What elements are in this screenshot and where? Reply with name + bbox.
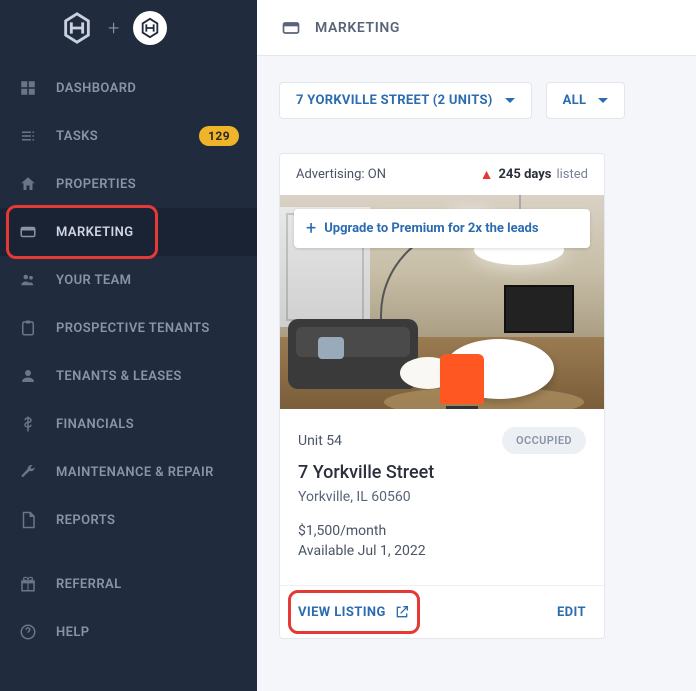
sidebar-item-label: MARKETING	[56, 225, 134, 240]
page-title: MARKETING	[315, 20, 400, 36]
tasks-badge: 129	[199, 126, 239, 146]
sidebar-item-label: PROSPECTIVE TENANTS	[56, 321, 210, 336]
listing-price: $1,500/month	[298, 523, 586, 539]
sidebar-nav: DASHBOARD TASKS 129 PROPERTIES MARKETING…	[0, 56, 257, 656]
listed-suffix: listed	[556, 167, 588, 182]
card-actions: VIEW LISTING EDIT	[280, 585, 604, 638]
unit-row: Unit 54 OCCUPIED	[298, 427, 586, 454]
help-icon	[18, 622, 38, 642]
sidebar-item-tenants-leases[interactable]: TENANTS & LEASES	[0, 352, 257, 400]
sidebar-item-label: FINANCIALS	[56, 417, 134, 432]
sidebar-item-label: HELP	[56, 625, 90, 640]
unit-label: Unit 54	[298, 433, 342, 449]
tenants-icon	[18, 366, 38, 386]
scope-filter[interactable]: ALL	[546, 82, 626, 119]
plus-icon: +	[306, 218, 316, 239]
property-filter[interactable]: 7 YORKVILLE STREET (2 UNITS)	[279, 82, 532, 119]
upgrade-banner[interactable]: + Upgrade to Premium for 2x the leads	[294, 209, 590, 248]
sidebar-item-label: REFERRAL	[56, 577, 122, 592]
listed-info: ▲ 245 days listed	[480, 166, 588, 183]
listing-address: 7 Yorkville Street	[298, 462, 586, 483]
card-body: Unit 54 OCCUPIED 7 Yorkville Street York…	[280, 409, 604, 585]
listing-photo: + Upgrade to Premium for 2x the leads	[280, 195, 604, 409]
sidebar-item-your-team[interactable]: YOUR TEAM	[0, 256, 257, 304]
reports-icon	[18, 510, 38, 530]
sidebar-item-referral[interactable]: REFERRAL	[0, 560, 257, 608]
sidebar-item-tasks[interactable]: TASKS 129	[0, 112, 257, 160]
dashboard-icon	[18, 78, 38, 98]
view-listing-label: VIEW LISTING	[298, 605, 386, 620]
sidebar-item-label: YOUR TEAM	[56, 273, 131, 288]
sidebar-item-reports[interactable]: REPORTS	[0, 496, 257, 544]
view-listing-button[interactable]: VIEW LISTING	[298, 604, 410, 620]
listing-card: Advertising: ON ▲ 245 days listed	[279, 153, 605, 639]
sidebar-item-label: TASKS	[56, 129, 98, 144]
sidebar-item-marketing[interactable]: MARKETING	[0, 208, 257, 256]
sidebar-item-help[interactable]: HELP	[0, 608, 257, 656]
sidebar-item-prospective-tenants[interactable]: PROSPECTIVE TENANTS	[0, 304, 257, 352]
upgrade-label: Upgrade to Premium for 2x the leads	[324, 221, 538, 236]
card-header: Advertising: ON ▲ 245 days listed	[280, 154, 604, 195]
tasks-icon	[18, 126, 38, 146]
scope-filter-label: ALL	[563, 93, 587, 108]
content: 7 YORKVILLE STREET (2 UNITS) ALL Adverti…	[257, 56, 696, 665]
home-icon	[18, 174, 38, 194]
sidebar-item-label: DASHBOARD	[56, 81, 136, 96]
dollar-icon	[18, 414, 38, 434]
sidebar-item-dashboard[interactable]: DASHBOARD	[0, 64, 257, 112]
filter-row: 7 YORKVILLE STREET (2 UNITS) ALL	[279, 82, 674, 119]
team-icon	[18, 270, 38, 290]
marketing-icon	[18, 222, 38, 242]
sidebar-item-financials[interactable]: FINANCIALS	[0, 400, 257, 448]
main-area: MARKETING 7 YORKVILLE STREET (2 UNITS) A…	[257, 0, 696, 691]
property-filter-label: 7 YORKVILLE STREET (2 UNITS)	[296, 93, 493, 108]
logo-plus-icon: +	[108, 16, 119, 40]
topbar: MARKETING	[257, 0, 696, 56]
sidebar-item-label: PROPERTIES	[56, 177, 136, 192]
sidebar-item-label: REPORTS	[56, 513, 115, 528]
listing-city: Yorkville, IL 60560	[298, 489, 586, 505]
listing-available: Available Jul 1, 2022	[298, 543, 586, 559]
sidebar: + DASHBOARD TASKS 129 PROPERTIES MARKETI…	[0, 0, 257, 691]
chevron-down-icon	[598, 98, 608, 103]
gift-icon	[18, 574, 38, 594]
sidebar-item-label: MAINTENANCE & REPAIR	[56, 465, 214, 480]
logo-hexagon-icon	[60, 11, 94, 45]
wrench-icon	[18, 462, 38, 482]
external-link-icon	[394, 604, 410, 620]
clipboard-icon	[18, 318, 38, 338]
sidebar-item-maintenance[interactable]: MAINTENANCE & REPAIR	[0, 448, 257, 496]
chevron-down-icon	[505, 98, 515, 103]
sidebar-item-properties[interactable]: PROPERTIES	[0, 160, 257, 208]
warning-icon: ▲	[480, 166, 494, 183]
logo-circle-icon	[133, 11, 167, 45]
edit-button[interactable]: EDIT	[557, 605, 586, 620]
marketing-icon	[281, 18, 301, 38]
sidebar-item-label: TENANTS & LEASES	[56, 369, 182, 384]
advertising-status: Advertising: ON	[296, 167, 386, 182]
listed-days: 245 days	[498, 167, 551, 182]
logo-area: +	[0, 0, 257, 56]
status-badge: OCCUPIED	[502, 427, 586, 454]
